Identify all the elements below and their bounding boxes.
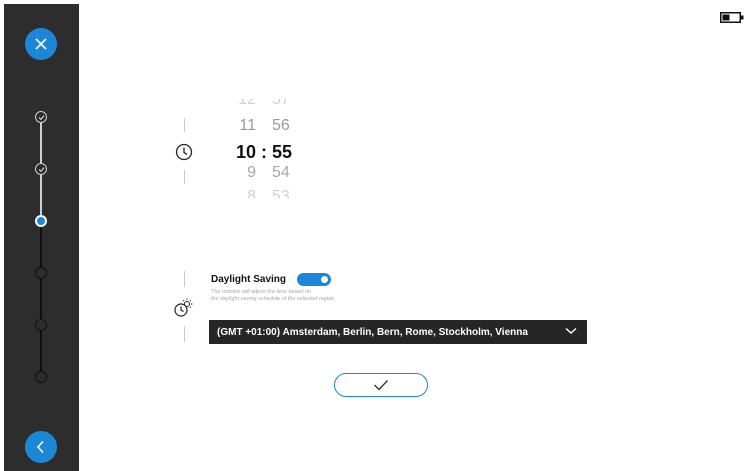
hour-selected[interactable]: 10 (220, 142, 256, 163)
step-2-complete (35, 163, 47, 175)
timezone-select[interactable]: (GMT +01:00) Amsterdam, Berlin, Bern, Ro… (209, 320, 587, 344)
minute-value: 54 (272, 164, 290, 181)
minute-value: 56 (272, 117, 290, 134)
timezone-selected-value: (GMT +01:00) Amsterdam, Berlin, Bern, Ro… (217, 326, 528, 338)
time-picker-row[interactable]: 8 53 (220, 188, 330, 198)
confirm-button[interactable] (334, 373, 428, 397)
hour-value: 8 (247, 188, 256, 198)
divider (184, 118, 185, 132)
hour-value: 9 (247, 164, 256, 181)
time-picker-row[interactable]: 12 57 (220, 99, 330, 109)
check-icon (38, 114, 44, 120)
close-button[interactable] (25, 28, 57, 60)
step-6 (35, 371, 47, 383)
daylight-saving-description: The monitor will adjust the time based o… (211, 289, 336, 303)
hour-value: 12 (238, 99, 256, 108)
step-1-complete (35, 111, 47, 123)
check-icon (374, 380, 389, 391)
description-line: the daylight saving schedule of the sele… (211, 296, 336, 302)
minute-value: 57 (272, 99, 290, 108)
close-icon (35, 38, 47, 50)
minute-selected[interactable]: 55 (272, 142, 302, 163)
check-icon (38, 166, 44, 172)
time-separator: : (261, 141, 267, 162)
step-3-current (35, 215, 47, 227)
daylight-saving-toggle[interactable] (297, 273, 331, 286)
step-5 (35, 319, 47, 331)
battery-icon (720, 12, 744, 23)
minute-value: 53 (272, 188, 290, 198)
divider (184, 170, 185, 184)
chevron-down-icon (565, 327, 577, 334)
clock-icon (175, 143, 193, 161)
step-4 (35, 267, 47, 279)
progress-line-todo (40, 223, 42, 373)
divider (184, 326, 185, 342)
time-picker-selected-row[interactable]: 10 : 55 (220, 141, 330, 163)
back-button[interactable] (25, 431, 57, 463)
divider (184, 271, 185, 287)
time-picker-row[interactable]: 9 54 (220, 162, 330, 184)
chevron-left-icon (36, 440, 44, 454)
hour-value: 11 (239, 117, 256, 134)
toggle-knob (321, 276, 328, 283)
daylight-saving-icon (174, 298, 193, 317)
daylight-saving-label: Daylight Saving (211, 274, 287, 285)
description-line: The monitor will adjust the time based o… (211, 289, 311, 295)
time-picker-row[interactable]: 11 56 (220, 115, 330, 137)
sidebar (4, 4, 79, 471)
